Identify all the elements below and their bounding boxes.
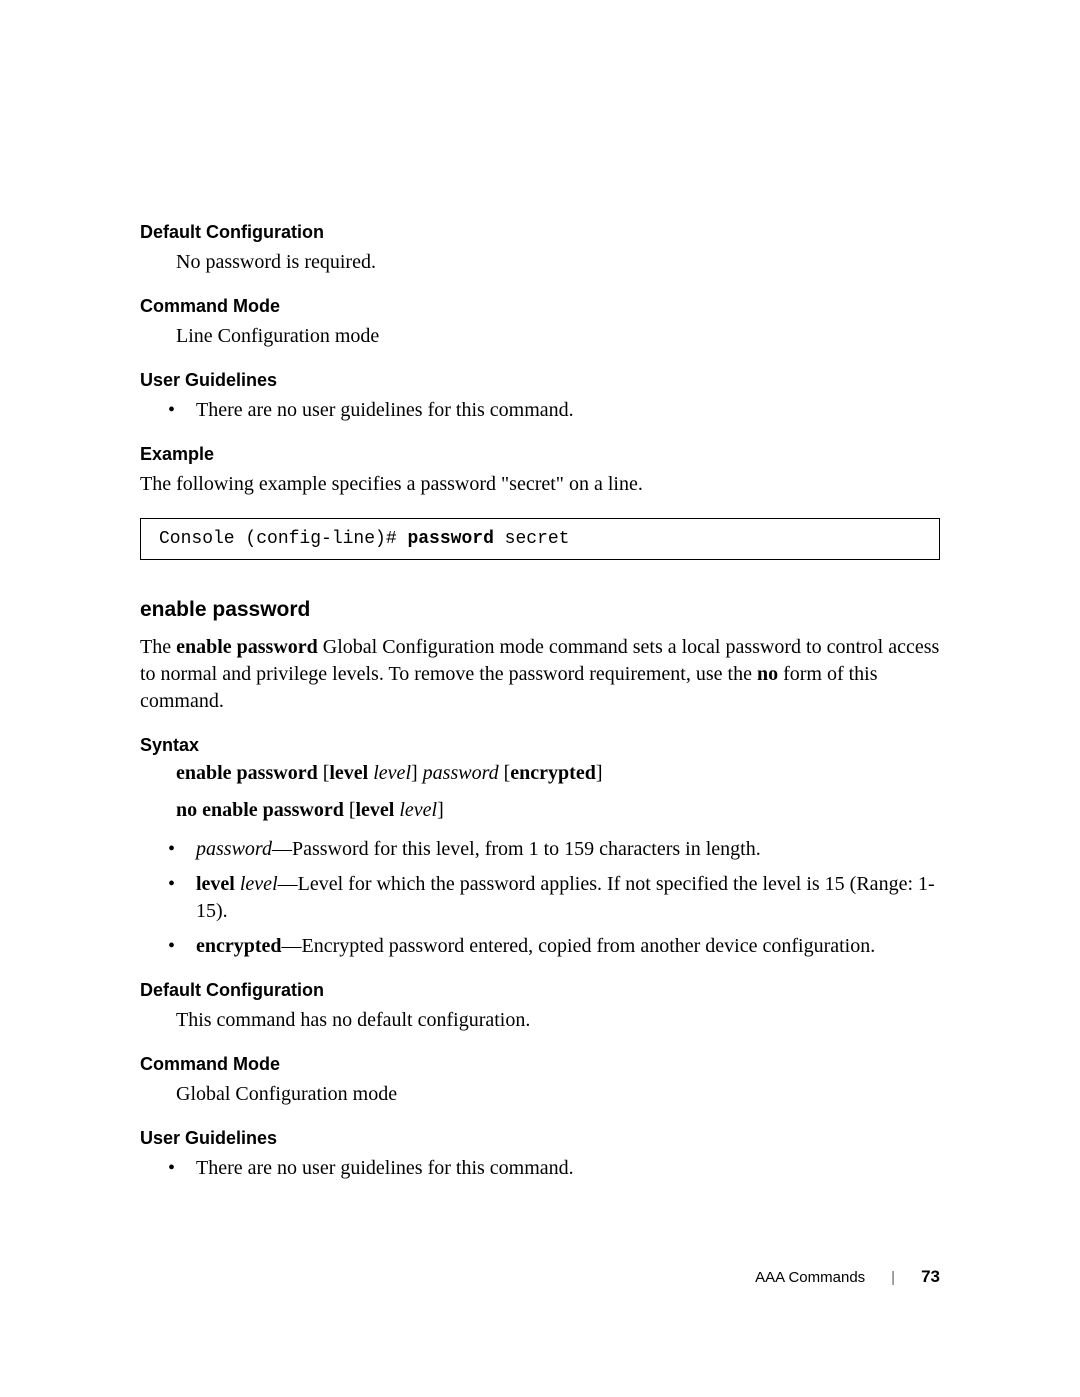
syntax-variable: password: [423, 762, 504, 784]
code-suffix: secret: [494, 529, 570, 549]
param-desc: Password for this level, from 1 to 159 c…: [292, 838, 761, 860]
heading-command-mode: Command Mode: [140, 1054, 940, 1075]
heading-default-configuration: Default Configuration: [140, 222, 940, 243]
footer-separator: |: [891, 1269, 895, 1286]
section-syntax: Syntax enable password [level level] pas…: [140, 735, 940, 960]
syntax-token: no enable password: [176, 799, 349, 821]
bold-term: enable password: [176, 636, 318, 658]
param-desc: Encrypted password entered, copied from …: [302, 935, 876, 957]
section-default-configuration-1: Default Configuration No password is req…: [140, 222, 940, 276]
code-prefix: Console (config-line)#: [159, 529, 407, 549]
syntax-token: enable password: [176, 762, 323, 784]
body-text: Global Configuration mode: [140, 1081, 940, 1108]
code-command: password: [407, 529, 493, 549]
param-name-bold: level: [196, 873, 240, 895]
footer-section-label: AAA Commands: [755, 1269, 865, 1286]
list-item: password—Password for this level, from 1…: [140, 836, 940, 863]
body-text: The following example specifies a passwo…: [140, 471, 940, 498]
list-item: encrypted—Encrypted password entered, co…: [140, 933, 940, 960]
list-item: There are no user guidelines for this co…: [140, 397, 940, 424]
syntax-bracket: ]: [437, 799, 444, 821]
syntax-token: encrypted: [510, 762, 596, 784]
bold-term: no: [757, 663, 778, 685]
page-footer: AAA Commands | 73: [755, 1267, 940, 1287]
bullet-list: There are no user guidelines for this co…: [140, 1155, 940, 1182]
syntax-token: level: [329, 762, 373, 784]
syntax-bullet-list: password—Password for this level, from 1…: [140, 836, 940, 960]
code-block: Console (config-line)# password secret: [140, 518, 940, 560]
dash-separator: —: [278, 873, 298, 895]
heading-syntax: Syntax: [140, 735, 940, 756]
heading-user-guidelines: User Guidelines: [140, 370, 940, 391]
syntax-line-2: no enable password [level level]: [140, 799, 940, 822]
param-name-italic: level: [240, 873, 278, 895]
param-desc: Level for which the password applies. If…: [196, 873, 935, 922]
list-item: There are no user guidelines for this co…: [140, 1155, 940, 1182]
heading-default-configuration: Default Configuration: [140, 980, 940, 1001]
body-text: Line Configuration mode: [140, 323, 940, 350]
heading-user-guidelines: User Guidelines: [140, 1128, 940, 1149]
heading-enable-password: enable password: [140, 598, 940, 622]
document-page: Default Configuration No password is req…: [0, 0, 1080, 1397]
section-command-mode-1: Command Mode Line Configuration mode: [140, 296, 940, 350]
syntax-variable: level: [399, 799, 437, 821]
heading-example: Example: [140, 444, 940, 465]
param-name-italic: password: [196, 838, 272, 860]
param-name-bold: encrypted: [196, 935, 282, 957]
section-default-configuration-2: Default Configuration This command has n…: [140, 980, 940, 1034]
list-item: level level—Level for which the password…: [140, 871, 940, 925]
syntax-bracket: ]: [411, 762, 423, 784]
dash-separator: —: [272, 838, 292, 860]
section-user-guidelines-2: User Guidelines There are no user guidel…: [140, 1128, 940, 1182]
section-command-mode-2: Command Mode Global Configuration mode: [140, 1054, 940, 1108]
text-fragment: The: [140, 636, 176, 658]
body-text: No password is required.: [140, 249, 940, 276]
section-enable-password: enable password The enable password Glob…: [140, 598, 940, 715]
syntax-line-1: enable password [level level] password […: [140, 762, 940, 785]
heading-command-mode: Command Mode: [140, 296, 940, 317]
body-text: This command has no default configuratio…: [140, 1007, 940, 1034]
dash-separator: —: [282, 935, 302, 957]
syntax-token: level: [355, 799, 399, 821]
syntax-variable: level: [373, 762, 411, 784]
footer-page-number: 73: [921, 1267, 940, 1287]
syntax-bracket: ]: [596, 762, 603, 784]
body-paragraph: The enable password Global Configuration…: [140, 634, 940, 715]
section-user-guidelines-1: User Guidelines There are no user guidel…: [140, 370, 940, 424]
bullet-list: There are no user guidelines for this co…: [140, 397, 940, 424]
section-example: Example The following example specifies …: [140, 444, 940, 560]
